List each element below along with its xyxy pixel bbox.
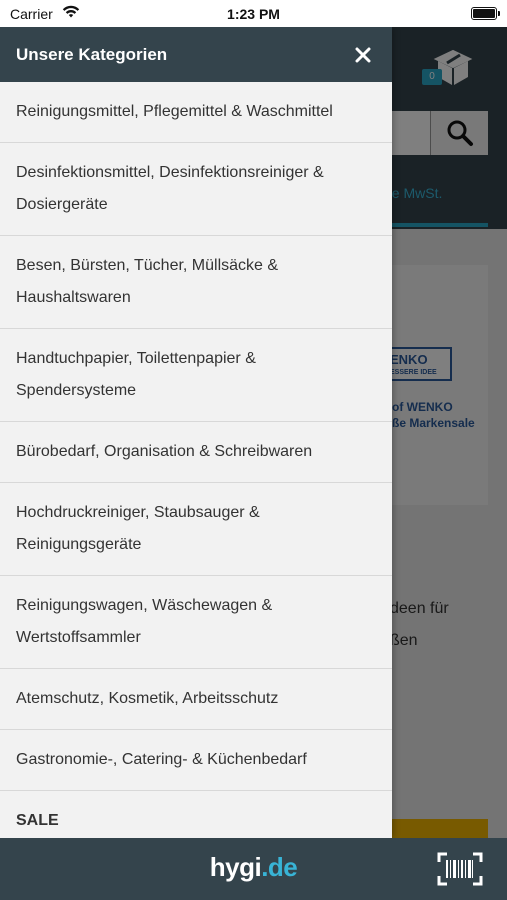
category-item[interactable]: Hochdruckreiniger, Staubsauger & Reinigu… bbox=[0, 483, 392, 576]
battery-icon bbox=[471, 7, 500, 20]
drawer-header: Unsere Kategorien bbox=[0, 27, 392, 82]
category-item[interactable]: Besen, Bürsten, Tücher, Müllsäcke & Haus… bbox=[0, 236, 392, 329]
category-item[interactable]: Atemschutz, Kosmetik, Arbeitsschutz bbox=[0, 669, 392, 730]
category-item[interactable]: Gastronomie-, Catering- & Küchenbedarf bbox=[0, 730, 392, 791]
status-bar: Carrier 1:23 PM bbox=[0, 0, 507, 27]
category-item[interactable]: Handtuchpapier, Toilettenpapier & Spende… bbox=[0, 329, 392, 422]
category-item[interactable]: Reinigungswagen, Wäschewagen & Wertstoff… bbox=[0, 576, 392, 669]
bottom-bar: hygi.de bbox=[0, 838, 507, 900]
category-list: Reinigungsmittel, Pflegemittel & Waschmi… bbox=[0, 82, 392, 838]
category-item[interactable]: Desinfektionsmittel, Desinfektionsreinig… bbox=[0, 143, 392, 236]
logo-tld: de bbox=[267, 852, 298, 882]
category-item[interactable]: Reinigungsmittel, Pflegemittel & Waschmi… bbox=[0, 82, 392, 143]
category-item-sale[interactable]: SALE bbox=[0, 791, 392, 838]
close-icon[interactable] bbox=[350, 42, 376, 68]
hygi-logo[interactable]: hygi.de bbox=[0, 852, 507, 883]
category-drawer: Unsere Kategorien Reinigungsmittel, Pfle… bbox=[0, 27, 392, 838]
barcode-scanner-icon[interactable] bbox=[437, 852, 483, 886]
drawer-title: Unsere Kategorien bbox=[16, 44, 168, 64]
logo-main: hygi bbox=[209, 852, 262, 882]
logo-dot: . bbox=[261, 852, 268, 882]
category-item[interactable]: Bürobedarf, Organisation & Schreibwaren bbox=[0, 422, 392, 483]
clock: 1:23 PM bbox=[227, 6, 280, 22]
